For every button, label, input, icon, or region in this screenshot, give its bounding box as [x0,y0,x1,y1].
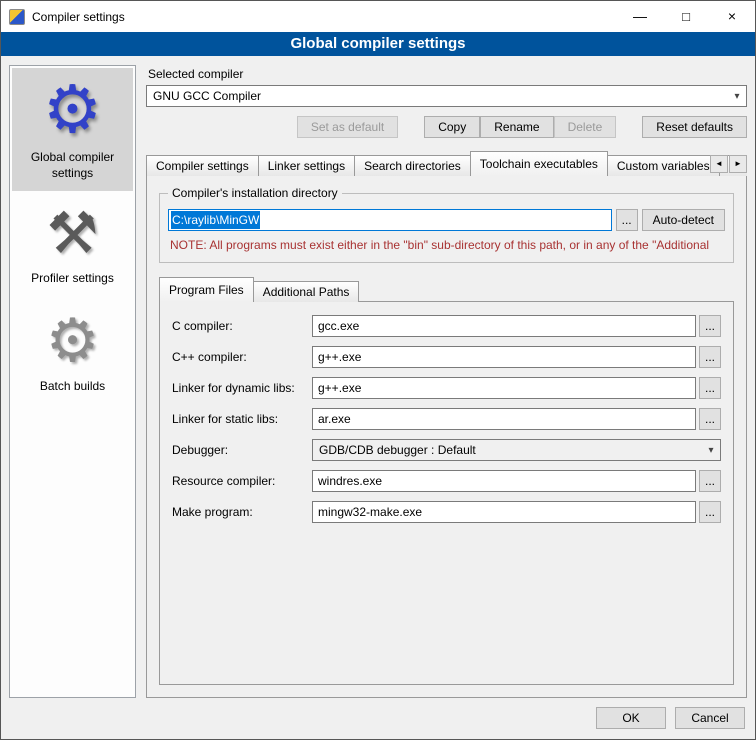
toolchain-executables-page: Compiler's installation directory C:\ray… [146,175,747,698]
selected-compiler-label: Selected compiler [148,67,747,81]
debugger-label: Debugger: [172,443,312,457]
reset-defaults-button[interactable]: Reset defaults [642,116,747,138]
copy-button[interactable]: Copy [424,116,480,138]
cpp-compiler-input[interactable] [312,346,696,368]
make-program-input[interactable] [312,501,696,523]
content-area: ⚙ Global compiler settings ⚒ Profiler se… [1,56,755,698]
cpp-compiler-label: C++ compiler: [172,350,312,364]
cancel-button[interactable]: Cancel [675,707,745,729]
set-as-default-button[interactable]: Set as default [297,116,398,138]
maximize-icon: □ [682,9,690,24]
compiler-settings-window: Compiler settings — □ × Global compiler … [0,0,756,740]
c-compiler-input[interactable] [312,315,696,337]
program-files-tabstrip: Program Files Additional Paths [159,277,734,302]
selected-compiler-select[interactable]: GNU GCC Compiler ▾ [146,85,747,107]
resource-compiler-browse-button[interactable]: ... [699,470,721,492]
main-panel: Selected compiler GNU GCC Compiler ▾ Set… [146,65,747,698]
sidebar-item-label: Global compiler settings [16,150,129,181]
rename-button[interactable]: Rename [480,116,553,138]
dialog-footer: OK Cancel [1,698,755,739]
tab-compiler-settings[interactable]: Compiler settings [146,155,259,176]
bin-subdirectory-note: NOTE: All programs must exist either in … [170,238,725,252]
tab-toolchain-executables[interactable]: Toolchain executables [470,151,608,176]
sidebar-item-label: Batch builds [16,379,129,395]
debugger-value: GDB/CDB debugger : Default [319,443,702,457]
chevron-down-icon: ▾ [702,445,720,456]
sidebar-item-label: Profiler settings [16,271,129,287]
field-row-linker-static: Linker for static libs: ... [172,408,721,430]
sidebar-item-global-compiler-settings[interactable]: ⚙ Global compiler settings [12,68,133,191]
linker-static-browse-button[interactable]: ... [699,408,721,430]
spacer [398,116,424,138]
delete-button[interactable]: Delete [554,116,617,138]
maximize-button[interactable]: □ [663,1,709,32]
debugger-select[interactable]: GDB/CDB debugger : Default ▾ [312,439,721,461]
resource-compiler-label: Resource compiler: [172,474,312,488]
tab-linker-settings[interactable]: Linker settings [258,155,355,176]
field-row-debugger: Debugger: GDB/CDB debugger : Default ▾ [172,439,721,461]
minimize-button[interactable]: — [617,1,663,32]
settings-tabstrip: Compiler settings Linker settings Search… [146,151,747,176]
installation-directory-input[interactable]: C:\raylib\MinGW [168,209,612,231]
field-row-resource-compiler: Resource compiler: ... [172,470,721,492]
selected-compiler-value: GNU GCC Compiler [153,89,728,103]
sidebar-item-batch-builds[interactable]: ⚙ Batch builds [12,303,133,405]
linker-dynamic-input[interactable] [312,377,696,399]
program-files-page: C compiler: ... C++ compiler: ... Linker… [159,301,734,685]
installation-directory-row: C:\raylib\MinGW ... Auto-detect [168,209,725,231]
tab-additional-paths[interactable]: Additional Paths [253,281,360,302]
linker-static-label: Linker for static libs: [172,412,312,426]
profiler-hammer-icon: ⚒ [16,205,129,263]
tab-program-files[interactable]: Program Files [159,277,254,302]
make-program-label: Make program: [172,505,312,519]
c-compiler-browse-button[interactable]: ... [699,315,721,337]
batch-builds-gear-icon: ⚙ [16,311,129,371]
field-row-make-program: Make program: ... [172,501,721,523]
close-button[interactable]: × [709,1,755,32]
minimize-icon: — [633,8,647,24]
make-program-browse-button[interactable]: ... [699,501,721,523]
tab-search-directories[interactable]: Search directories [354,155,471,176]
sidebar-item-profiler-settings[interactable]: ⚒ Profiler settings [12,197,133,297]
window-title: Compiler settings [32,10,617,24]
resource-compiler-input[interactable] [312,470,696,492]
field-row-c-compiler: C compiler: ... [172,315,721,337]
global-compiler-gear-icon: ⚙ [16,76,129,142]
settings-sidebar: ⚙ Global compiler settings ⚒ Profiler se… [9,65,136,698]
linker-dynamic-label: Linker for dynamic libs: [172,381,312,395]
linker-static-input[interactable] [312,408,696,430]
chevron-down-icon: ▾ [728,91,746,102]
spacer [616,116,642,138]
close-icon: × [728,8,736,24]
field-row-cpp-compiler: C++ compiler: ... [172,346,721,368]
titlebar: Compiler settings — □ × [1,1,755,32]
tab-scroll-arrows: ◄ ► [710,155,747,173]
installation-directory-legend: Compiler's installation directory [168,186,342,200]
ok-button[interactable]: OK [596,707,666,729]
tab-custom-variables[interactable]: Custom variables [607,155,720,176]
field-row-linker-dynamic: Linker for dynamic libs: ... [172,377,721,399]
tab-scroll-right-icon[interactable]: ► [729,155,747,173]
auto-detect-button[interactable]: Auto-detect [642,209,725,231]
linker-dynamic-browse-button[interactable]: ... [699,377,721,399]
installation-directory-browse-button[interactable]: ... [616,209,638,231]
tab-scroll-left-icon[interactable]: ◄ [710,155,728,173]
compiler-buttons-row: Set as default Copy Rename Delete Reset … [146,116,747,138]
app-icon [9,9,25,25]
installation-directory-value: C:\raylib\MinGW [171,211,260,229]
page-title: Global compiler settings [1,32,755,56]
cpp-compiler-browse-button[interactable]: ... [699,346,721,368]
installation-directory-group: Compiler's installation directory C:\ray… [159,186,734,263]
c-compiler-label: C compiler: [172,319,312,333]
